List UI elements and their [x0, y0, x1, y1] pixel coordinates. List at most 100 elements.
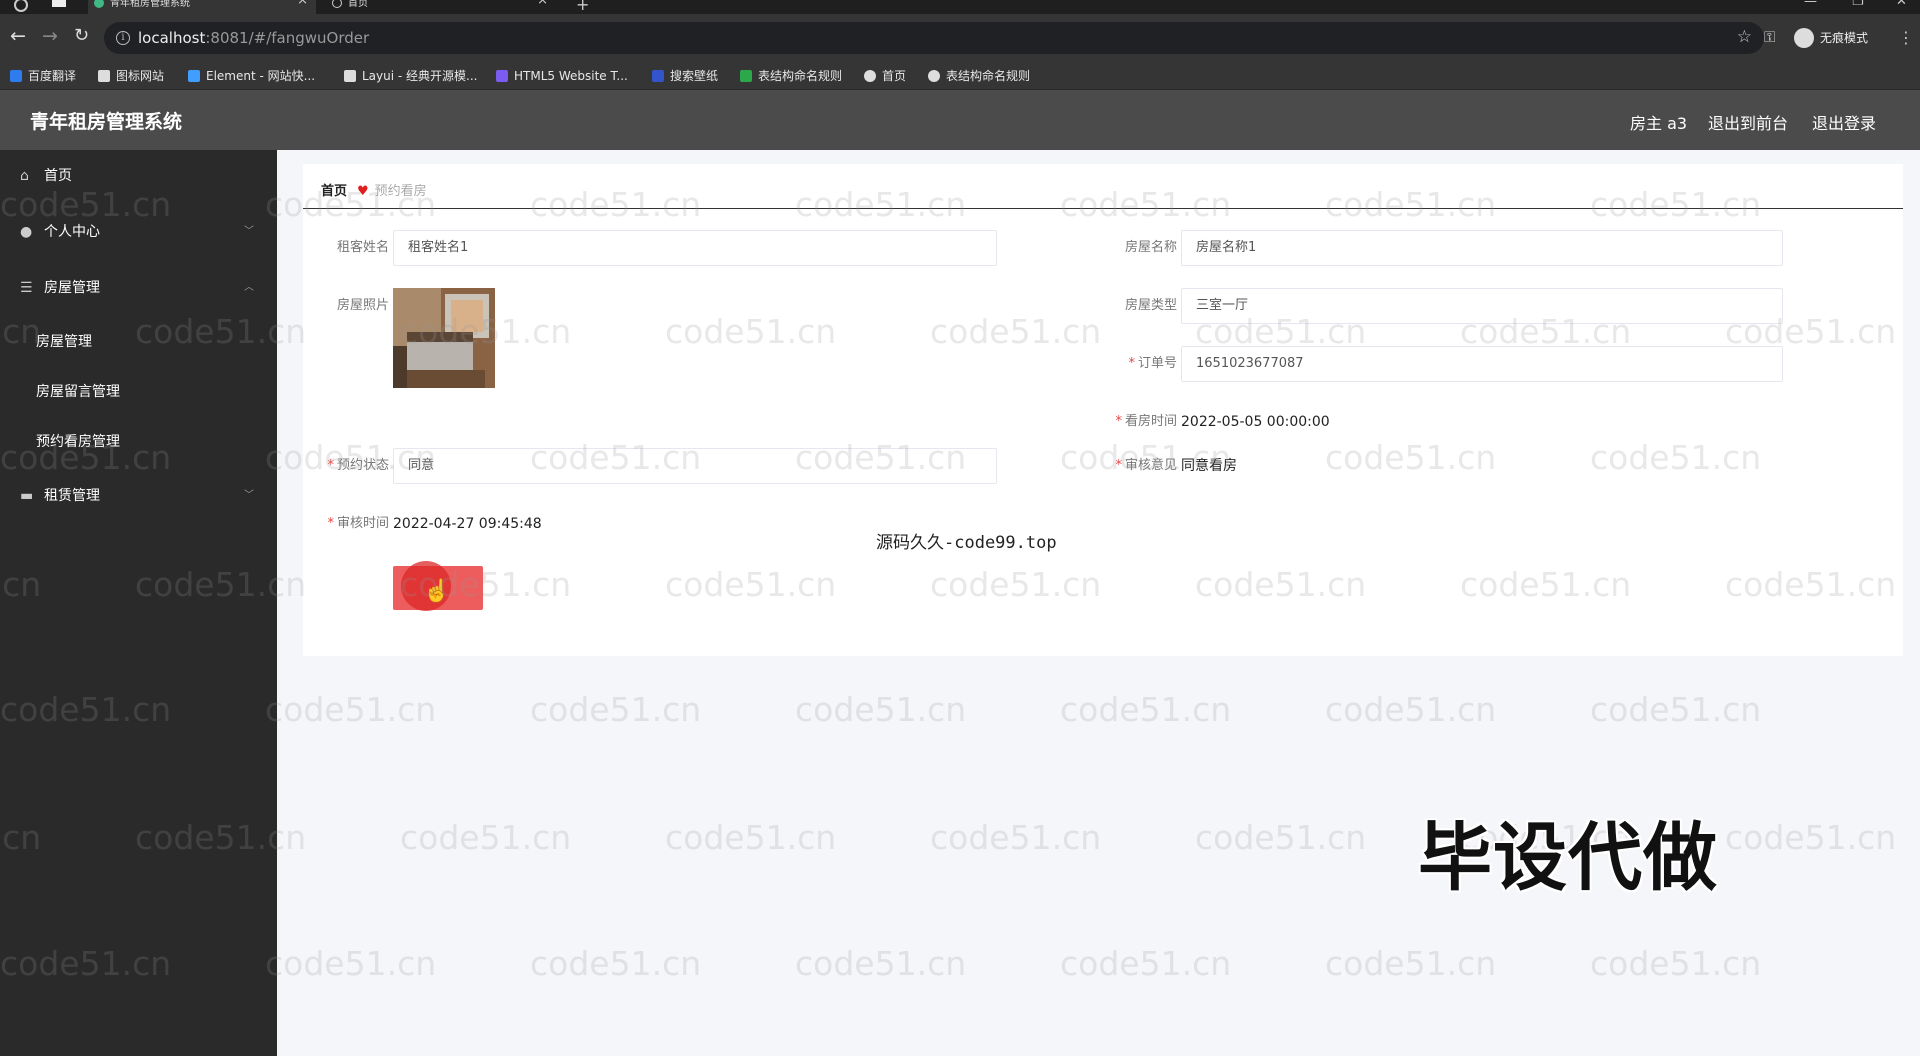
html5-icon	[496, 70, 508, 82]
vue-icon	[94, 0, 104, 8]
sidebar: ⌂ 首页 ● 个人中心 ﹀ ☰ 房屋管理 ︿ 房屋管理 房屋留言管理 预约看房管…	[0, 150, 277, 1056]
back-to-front-link[interactable]: 退出到前台	[1708, 110, 1788, 134]
translate-icon	[10, 70, 22, 82]
required-mark: *	[327, 458, 334, 473]
incognito-label: 无痕模式	[1820, 31, 1869, 45]
review-opinion-value: 同意看房	[1181, 458, 1237, 474]
tenant-name-label: 租客姓名	[336, 240, 389, 255]
user-icon: ●	[20, 224, 33, 240]
bookmark-item[interactable]: 百度翻译	[10, 68, 76, 84]
url-text: localhost:8081/#/fangwuOrder	[138, 29, 370, 47]
tab-current[interactable]: 青年租房管理系统 ×	[88, 0, 316, 14]
required-mark: *	[327, 516, 334, 531]
required-mark: *	[1128, 356, 1135, 371]
app-title: 青年租房管理系统	[30, 111, 183, 133]
bookmark-item[interactable]: 搜索壁纸	[652, 68, 718, 84]
tab-title: 首页	[348, 0, 368, 9]
required-mark: *	[1115, 458, 1122, 473]
bookmark-item[interactable]: 表结构命名规则	[740, 68, 842, 84]
house-photo-image	[393, 288, 495, 388]
house-name-field[interactable]: 房屋名称1	[1181, 230, 1783, 266]
source-code-overlay: 源码久久-code99.top	[876, 533, 1057, 553]
browser-tab-strip: 青年租房管理系统 × 首页 × + — ❐ ✕	[0, 0, 1920, 14]
close-icon[interactable]: ×	[297, 0, 308, 7]
close-icon[interactable]: ×	[537, 0, 548, 7]
url-field[interactable]: i localhost:8081/#/fangwuOrder ☆	[104, 22, 1764, 54]
globe-icon	[928, 70, 940, 82]
info-icon[interactable]: i	[116, 31, 130, 45]
form-card: 首页 ♥ 预约看房 租客姓名 租客姓名1 房屋照片 * 预约状态 同意 * 审核时间 2…	[303, 164, 1903, 656]
sidebar-item-house-management[interactable]: ☰ 房屋管理 ︿	[0, 268, 277, 308]
sliders-icon: ☰	[20, 280, 33, 296]
bookmark-item[interactable]: 首页	[864, 68, 906, 84]
new-tab-icon[interactable]: +	[576, 0, 589, 14]
back-icon[interactable]: ←	[10, 26, 26, 46]
layui-icon	[344, 70, 356, 82]
order-number-field[interactable]: 1651023677087	[1181, 346, 1783, 382]
heart-icon: ♥	[357, 184, 369, 199]
sidebar-item-home[interactable]: ⌂ 首页	[0, 156, 277, 196]
sidebar-subitem-house[interactable]: 房屋管理	[36, 324, 92, 360]
sidebar-subitem-house-messages[interactable]: 房屋留言管理	[36, 374, 120, 410]
wallpaper-icon	[652, 70, 664, 82]
main-content: 首页 ♥ 预约看房 租客姓名 租客姓名1 房屋照片 * 预约状态 同意 * 审核时间 2…	[277, 150, 1920, 1056]
house-type-label: 房屋类型	[1124, 298, 1177, 313]
review-time-value: 2022-04-27 09:45:48	[393, 516, 542, 532]
bookmark-item[interactable]: Layui - 经典开源模...	[344, 68, 477, 84]
chevron-up-icon: ︿	[244, 282, 254, 293]
globe-icon	[332, 0, 342, 8]
required-mark: *	[1115, 414, 1122, 429]
key-icon[interactable]: ⚿	[1764, 28, 1775, 46]
globe-icon	[864, 70, 876, 82]
window-close-icon[interactable]: ✕	[1896, 0, 1907, 9]
house-name-label: 房屋名称	[1124, 240, 1177, 255]
sidebar-subitem-viewing-bookings[interactable]: 预约看房管理	[36, 424, 120, 460]
breadcrumb-current: 预约看房	[374, 184, 427, 199]
booking-status-field[interactable]: 同意	[393, 448, 997, 484]
sheet-icon	[740, 70, 752, 82]
sidebar-item-rental-management[interactable]: ▬ 租赁管理 ﹀	[0, 476, 277, 516]
logout-link[interactable]: 退出登录	[1812, 110, 1876, 134]
tab-title: 青年租房管理系统	[110, 0, 190, 9]
reload-icon[interactable]: ↻	[74, 26, 89, 46]
view-time-label: * 看房时间	[1115, 414, 1177, 429]
breadcrumb-home[interactable]: 首页	[321, 184, 347, 199]
breadcrumb-divider	[303, 208, 1903, 209]
promo-overlay-text: 毕设代做	[1418, 815, 1718, 901]
bookmark-item[interactable]: 图标网站	[98, 68, 164, 84]
maximize-icon[interactable]: ❐	[1852, 0, 1864, 9]
briefcase-icon: ▬	[20, 488, 34, 504]
booking-status-label: * 预约状态	[327, 458, 389, 473]
review-opinion-label: * 审核意见	[1115, 458, 1177, 473]
incognito-indicator[interactable]: 无痕模式	[1794, 26, 1868, 50]
submit-button[interactable]: ☝	[393, 561, 483, 611]
review-time-label: * 审核时间	[327, 516, 389, 531]
element-icon	[188, 70, 200, 82]
view-time-value: 2022-05-05 00:00:00	[1181, 414, 1330, 430]
house-type-field[interactable]: 三室一厅	[1181, 288, 1783, 324]
home-icon: ⌂	[20, 168, 29, 184]
bookmark-item[interactable]: 表结构命名规则	[928, 68, 1030, 84]
incognito-icon	[1794, 28, 1814, 48]
minimize-icon[interactable]: —	[1804, 0, 1817, 9]
bookmark-star-icon[interactable]: ☆	[1737, 27, 1752, 47]
window-icon[interactable]	[52, 0, 66, 7]
address-bar: ← → ↻ i localhost:8081/#/fangwuOrder ☆ ⚿…	[0, 14, 1920, 62]
more-menu-icon[interactable]: ⋮	[1898, 28, 1914, 47]
house-photo[interactable]	[393, 288, 495, 388]
chrome-icon	[14, 0, 28, 12]
house-photo-label: 房屋照片	[336, 298, 389, 313]
bookmark-item[interactable]: HTML5 Website T...	[496, 68, 628, 84]
flag-icon	[98, 70, 110, 82]
forward-icon[interactable]: →	[42, 26, 58, 46]
bookmark-item[interactable]: Element - 网站快...	[188, 68, 315, 84]
tenant-name-field[interactable]: 租客姓名1	[393, 230, 997, 266]
breadcrumb: 首页 ♥ 预约看房	[321, 182, 427, 202]
app-header: 青年租房管理系统 房主 a3 退出到前台 退出登录	[0, 90, 1920, 150]
hand-cursor-icon: ☝	[423, 578, 451, 603]
bookmarks-bar: 百度翻译 图标网站 Element - 网站快... Layui - 经典开源模…	[0, 62, 1920, 90]
tab-home[interactable]: 首页 ×	[326, 0, 556, 14]
user-label: 房主 a3	[1630, 114, 1688, 133]
chevron-down-icon: ﹀	[244, 490, 254, 501]
sidebar-item-personal-center[interactable]: ● 个人中心 ﹀	[0, 212, 277, 252]
